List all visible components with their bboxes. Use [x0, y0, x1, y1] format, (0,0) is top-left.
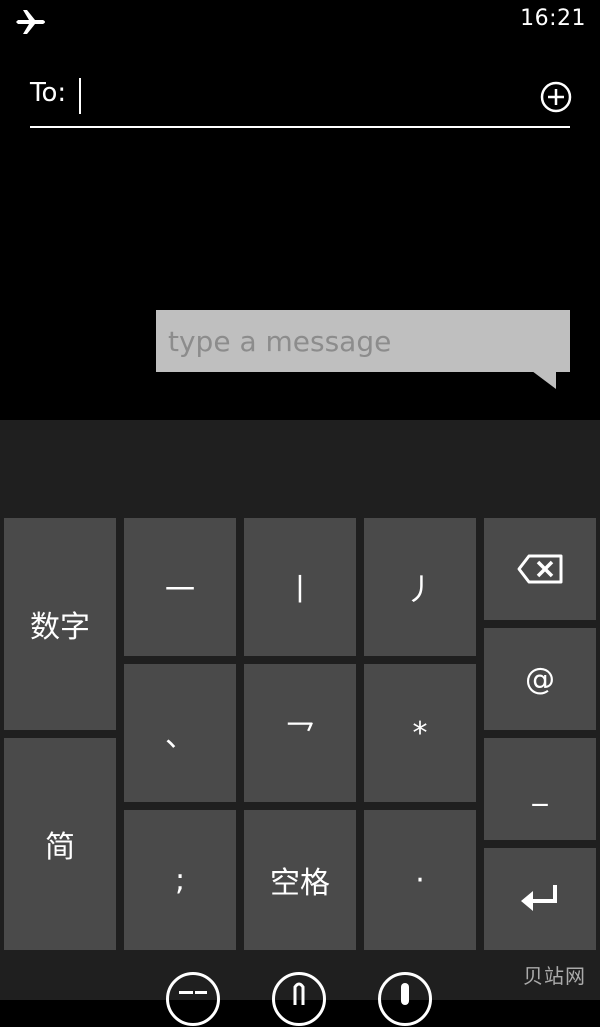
clock: 16:21: [520, 6, 586, 31]
message-input[interactable]: [168, 318, 560, 364]
stroke-zhe-key[interactable]: 乛: [244, 664, 356, 802]
simplified-key[interactable]: 简: [4, 738, 116, 950]
numbers-key-label: 数字: [30, 610, 90, 645]
dot-key[interactable]: ·: [364, 810, 476, 950]
space-key-label: 空格: [270, 866, 330, 901]
bubble-tail: [532, 371, 556, 389]
stroke-pie-key[interactable]: 丿: [364, 518, 476, 656]
star-key[interactable]: *: [364, 664, 476, 802]
status-bar: 16:21: [0, 0, 600, 44]
stroke-heng-key[interactable]: 一: [124, 518, 236, 656]
stroke-heng-label: 一: [165, 573, 195, 608]
enter-icon: [521, 885, 557, 911]
underscore-key-label: _: [532, 771, 548, 807]
stroke-shu-label: 丨: [285, 573, 315, 608]
plus-circle-icon[interactable]: [540, 81, 572, 113]
mic-icon: [401, 983, 409, 1005]
backspace-icon: [517, 554, 563, 584]
backspace-key[interactable]: [484, 518, 596, 620]
semicolon-key-label: ;: [174, 862, 186, 898]
emoji-button[interactable]: [166, 972, 220, 1026]
space-key[interactable]: 空格: [244, 810, 356, 950]
simplified-key-label: 简: [45, 830, 75, 865]
at-key[interactable]: @: [484, 628, 596, 730]
stroke-dian-key[interactable]: 、: [124, 664, 236, 802]
mic-button[interactable]: [378, 972, 432, 1026]
watermark: 贝站网: [523, 964, 586, 988]
emoji-icon: [179, 991, 207, 994]
airplane-icon: [16, 10, 45, 34]
star-key-label: *: [412, 715, 428, 751]
keyboard: 数字 简 一 丨 丿 、 乛 * ; 空格 · @ _: [0, 420, 600, 1000]
to-label: To:: [30, 78, 67, 108]
attach-button[interactable]: [272, 972, 326, 1026]
recipient-input[interactable]: [80, 74, 520, 114]
at-key-label: @: [525, 661, 555, 697]
semicolon-key[interactable]: ;: [124, 810, 236, 950]
text-caret: [79, 78, 81, 114]
stroke-shu-key[interactable]: 丨: [244, 518, 356, 656]
stroke-pie-label: 丿: [405, 573, 435, 608]
dot-key-label: ·: [415, 862, 425, 898]
recipient-underline: [30, 126, 570, 128]
stroke-zhe-label: 乛: [285, 719, 315, 754]
numbers-key[interactable]: 数字: [4, 518, 116, 730]
stroke-dian-label: 、: [165, 719, 195, 754]
enter-key[interactable]: [484, 848, 596, 950]
attach-icon: [293, 982, 305, 1005]
underscore-key[interactable]: _: [484, 738, 596, 840]
